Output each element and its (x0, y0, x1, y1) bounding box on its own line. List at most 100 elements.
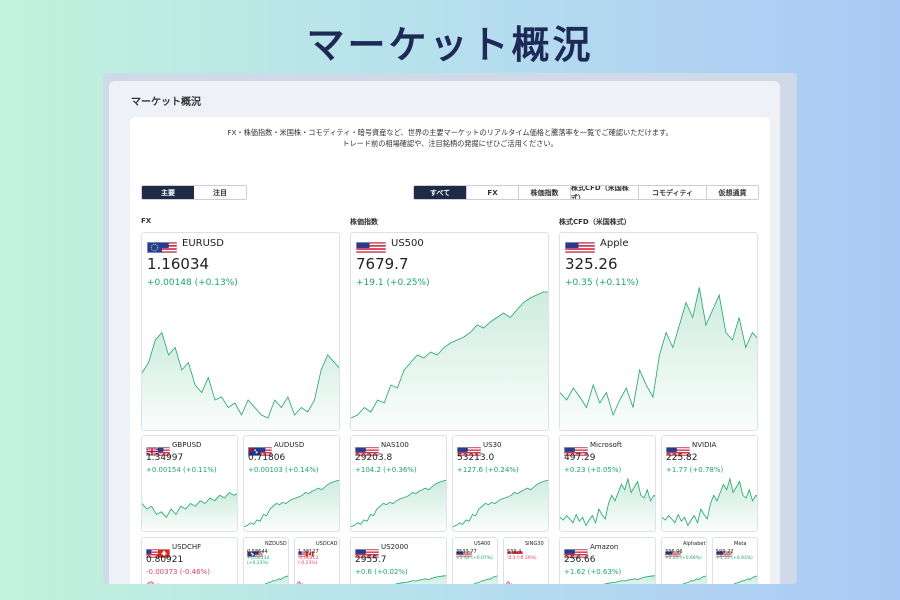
sparkline-chart (264, 575, 288, 584)
filter-tab-crypto[interactable]: 仮想通貨 (706, 186, 758, 199)
price-change: +0.00154 (+0.11%) (146, 466, 217, 474)
price-value: 0.71806 (248, 453, 286, 463)
market-card-eurusd[interactable]: EURUSD 1.16034 +0.00148 (+0.13%) (141, 232, 340, 431)
price-change: +0.23 (+0.05%) (564, 466, 622, 474)
intro-line-1: FX・株価指数・米国株・コモディティ・暗号資産など、世界の主要マーケットのリアル… (227, 128, 673, 137)
price-change: +1.77 (+0.78%) (666, 466, 724, 474)
price-value: 336.96 (665, 549, 683, 555)
symbol-name: SING30 (525, 541, 544, 547)
price-value: 7679.7 (356, 255, 409, 273)
symbol-name: US400 (474, 541, 491, 547)
price-change: +0.00134 (+0.23%) (247, 556, 270, 566)
filter-tab-fx[interactable]: FX (466, 186, 518, 199)
price-value: 53213.0 (457, 453, 495, 463)
price-value: 1.38127 (298, 549, 319, 555)
market-card-apple[interactable]: Apple 325.26 +0.35 (+0.11%) (559, 232, 758, 431)
symbol-name: USDCAD (316, 541, 338, 547)
filter-tab-index[interactable]: 株価指数 (518, 186, 570, 199)
price-value: 256.66 (564, 555, 596, 565)
sparkline-chart (351, 291, 548, 430)
column-label-2: 株式CFD（米国株式） (559, 218, 631, 226)
sparkline-chart (351, 480, 446, 531)
sparkline-chart (560, 287, 757, 430)
toggle-tab-main[interactable]: 主要 (142, 186, 194, 199)
market-card-usdchf[interactable]: USDCHF 0.80921 -0.00373 (-0.46%) (141, 537, 238, 584)
intro-line-2: トレード前の相場確認や、注目銘柄の発掘にぜひご活用ください。 (342, 139, 558, 148)
filter-tab-all[interactable]: すべて (414, 186, 466, 199)
price-change: +127.6 (+0.24%) (457, 466, 519, 474)
price-value: 599.22 (716, 549, 734, 555)
market-card-us400[interactable]: US400 3533.77 +2.42 (+0.07%) (452, 537, 498, 584)
market-card-nvidia[interactable]: NVIDIA 225.82 +1.77 (+0.78%) (661, 435, 758, 532)
main-watch-toggle: 主要 注目 (141, 185, 247, 200)
price-change: +104.2 (+0.36%) (355, 466, 417, 474)
category-filter-tabs: すべて FX 株価指数 株式CFD（米国株式） コモディティ 仮想通貨 (413, 185, 759, 200)
symbol-name: Amazon (590, 543, 619, 551)
price-value: 225.82 (666, 453, 698, 463)
intro-text: FX・株価指数・米国株・コモディティ・暗号資産など、世界の主要マーケットのリアル… (130, 127, 770, 149)
column-label-0: FX (141, 217, 152, 225)
price-value: 1.34997 (146, 453, 184, 463)
price-change: -2.1 (-0.39%) (507, 556, 537, 561)
column-label-1: 株価指数 (350, 218, 378, 226)
market-card-alphabet[interactable]: Alphabet 336.96 +2.23 (+0.66%) (661, 537, 707, 584)
price-value: 0.58644 (247, 549, 268, 555)
market-card-meta[interactable]: Meta 599.22 +5.55 (+0.93%) (712, 537, 758, 584)
sparkline-chart (603, 575, 655, 584)
price-value: 1.16034 (147, 255, 210, 273)
sparkline-chart (560, 477, 655, 531)
market-card-usdcad[interactable]: USDCAD 1.38127 -0.00313 (-0.23%) (294, 537, 340, 584)
filter-tab-us-stock-cfd[interactable]: 株式CFD（米国株式） (570, 186, 638, 199)
sparkline-chart (662, 477, 757, 531)
price-value: 3533.77 (456, 549, 477, 555)
price-value: 29203.8 (355, 453, 393, 463)
symbol-name: US2000 (381, 543, 409, 551)
price-value: 325.26 (565, 255, 618, 273)
banner-title: マーケット概況 (306, 23, 594, 67)
market-panel: マーケット概況 FX・株価指数・米国株・コモディティ・暗号資産など、世界の主要マ… (109, 81, 780, 584)
market-card-audusd[interactable]: AUDUSD 0.71806 +0.00103 (+0.14%) (243, 435, 340, 532)
price-value: 2955.7 (355, 555, 387, 565)
sparkline-chart (297, 581, 304, 584)
symbol-name: GBPUSD (172, 441, 202, 449)
symbol-name: Alphabet (683, 541, 706, 547)
sparkline-chart (146, 581, 159, 584)
market-card-gbpusd[interactable]: GBPUSD 1.34997 +0.00154 (+0.11%) (141, 435, 238, 532)
price-change: +5.55 (+0.93%) (716, 556, 753, 561)
sparkline-chart (394, 575, 446, 584)
market-card-microsoft[interactable]: Microsoft 497.29 +0.23 (+0.05%) (559, 435, 656, 532)
sparkline-chart (142, 331, 339, 430)
price-value: 497.29 (564, 453, 596, 463)
sparkline-chart (142, 491, 237, 531)
price-change: -0.00313 (-0.23%) (298, 556, 319, 566)
market-card-us30[interactable]: US30 53213.0 +127.6 (+0.24%) (452, 435, 549, 532)
sparkline-chart (506, 581, 513, 584)
symbol-name: AUDUSD (274, 441, 305, 449)
market-card-sing30[interactable]: SING30 539.4 -2.1 (-0.39%) (503, 537, 549, 584)
filter-tab-commodity[interactable]: コモディティ (638, 186, 706, 199)
price-value: 0.80921 (146, 555, 184, 565)
panel-title: マーケット概況 (131, 97, 201, 108)
market-card-amazon[interactable]: Amazon 256.66 +1.62 (+0.63%) (559, 537, 656, 584)
symbol-name: US500 (391, 238, 424, 249)
sparkline-chart (244, 480, 339, 531)
market-card-us2000[interactable]: US2000 2955.7 +0.6 (+0.02%) (350, 537, 447, 584)
symbol-name: NZDUSD (265, 541, 287, 547)
price-change: +2.42 (+0.07%) (456, 556, 493, 561)
market-content: FX・株価指数・米国株・コモディティ・暗号資産など、世界の主要マーケットのリアル… (130, 117, 770, 584)
sparkline-chart (473, 575, 497, 584)
market-card-us500[interactable]: US500 7679.7 +19.1 (+0.25%) (350, 232, 549, 431)
toggle-tab-watch[interactable]: 注目 (194, 186, 246, 199)
market-card-nas100[interactable]: NAS100 29203.8 +104.2 (+0.36%) (350, 435, 447, 532)
price-change: +0.00103 (+0.14%) (248, 466, 319, 474)
symbol-name: Microsoft (590, 441, 622, 449)
sparkline-chart (733, 575, 757, 584)
symbol-name: NVIDIA (692, 441, 717, 449)
symbol-name: NAS100 (381, 441, 409, 449)
sparkline-chart (682, 575, 706, 584)
market-card-nzdusd[interactable]: NZDUSD 0.58644 +0.00134 (+0.23%) (243, 537, 289, 584)
symbol-name: Apple (600, 238, 629, 249)
symbol-name: US30 (483, 441, 502, 449)
symbol-name: EURUSD (182, 238, 224, 249)
sparkline-chart (453, 480, 548, 531)
